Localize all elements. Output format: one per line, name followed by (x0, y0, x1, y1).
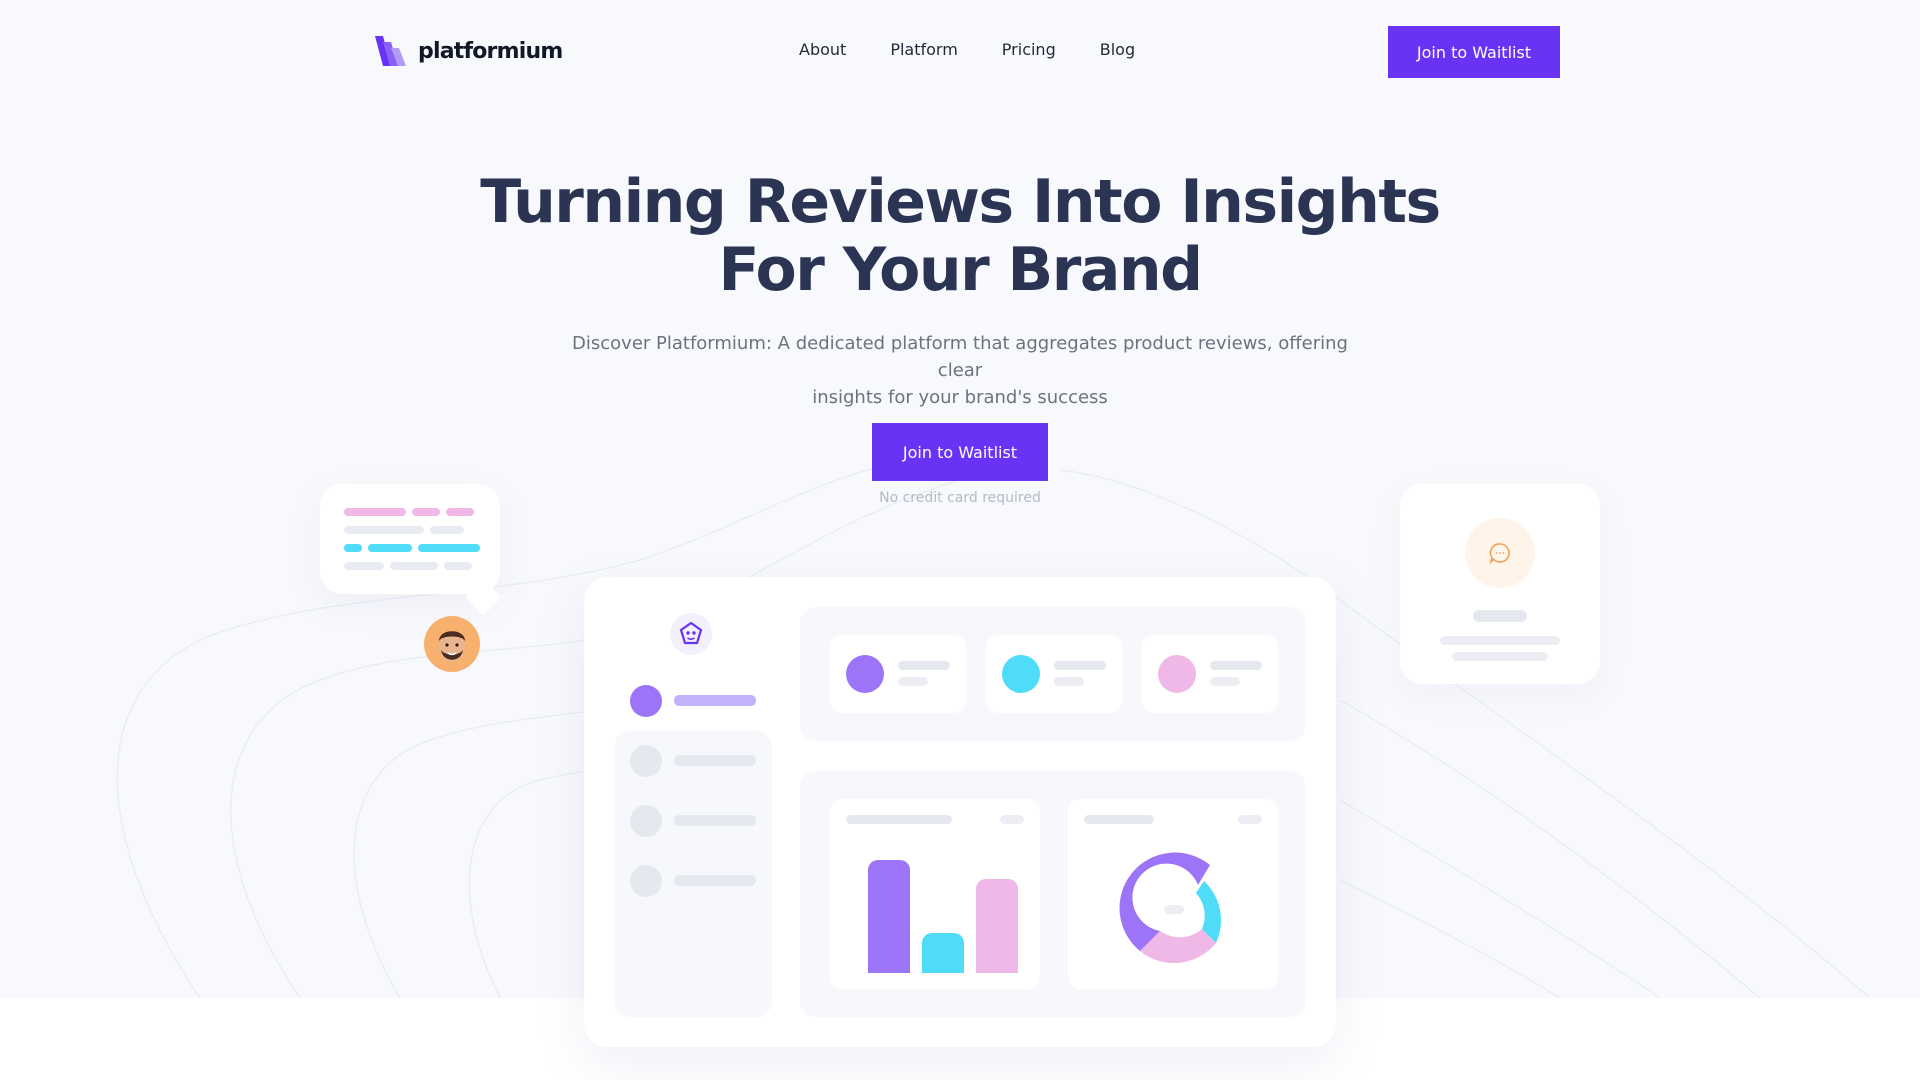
sidebar-label-bar (674, 875, 756, 886)
bar-chart-bar (868, 859, 910, 973)
chart-title-bar (1084, 815, 1154, 824)
site-header: platformium About Platform Pricing Blog … (0, 0, 1920, 104)
no-credit-card-note: No credit card required (879, 490, 1041, 506)
hero-subtitle: Discover Platformium: A dedicated platfo… (560, 330, 1360, 411)
flower-icon (670, 613, 712, 655)
sidebar-label-bar (674, 815, 756, 826)
skeleton-bar (1452, 652, 1548, 661)
header-waitlist-button[interactable]: Join to Waitlist (1388, 26, 1560, 78)
hero-title-line-2: For Your Brand (718, 235, 1203, 305)
review-snippet-card (320, 484, 502, 616)
bar-chart-bar (922, 932, 964, 973)
stat-bar (898, 661, 950, 670)
donut-chart (1119, 852, 1221, 964)
skeleton-bar (1473, 610, 1527, 622)
nav-about[interactable]: About (799, 40, 846, 59)
sidebar-label-bar (674, 755, 756, 766)
hero-subtitle-line-1: Discover Platformium: A dedicated platfo… (572, 333, 1348, 381)
nav-platform[interactable]: Platform (890, 40, 957, 59)
skeleton-bar (344, 562, 384, 570)
sidebar-dot (630, 805, 662, 837)
bar-chart-bar (976, 878, 1018, 973)
chat-icon-circle (1465, 518, 1535, 588)
hero-title: Turning Reviews Into Insights For Your B… (460, 168, 1460, 304)
stat-dot (846, 655, 884, 693)
man-avatar-icon (439, 631, 465, 662)
skeleton-bar (430, 526, 464, 534)
donut-center-label (1164, 905, 1184, 914)
sidebar-label-bar (674, 695, 756, 706)
stat-dot (1158, 655, 1196, 693)
hero-title-line-1: Turning Reviews Into Insights (480, 167, 1441, 237)
stat-bar (1054, 661, 1106, 670)
chat-bubble-icon (1489, 543, 1510, 565)
bar-chart (846, 831, 1026, 973)
skeleton-bar (418, 544, 480, 552)
brand-logo[interactable]: platformium (374, 34, 563, 68)
nav-pricing[interactable]: Pricing (1002, 40, 1056, 59)
skeleton-bar (1440, 636, 1560, 645)
stat-bar (898, 677, 928, 686)
stat-dot (1002, 655, 1040, 693)
sidebar-dot (630, 685, 662, 717)
skeleton-bar (446, 508, 474, 516)
chart-title-bar (1238, 815, 1262, 824)
skeleton-bar (344, 526, 424, 534)
feedback-card (1400, 484, 1600, 684)
stat-bar (1054, 677, 1084, 686)
skeleton-bar (444, 562, 472, 570)
skeleton-bar (344, 508, 406, 516)
nav-blog[interactable]: Blog (1100, 40, 1135, 59)
skeleton-bar (412, 508, 440, 516)
chart-title-bar (1000, 815, 1024, 824)
reviewer-avatar (424, 616, 480, 672)
hero-subtitle-line-2: insights for your brand's success (812, 387, 1108, 408)
stacked-bars-logo-icon (375, 36, 406, 66)
brand-name: platformium (418, 38, 563, 64)
main-nav: About Platform Pricing Blog (799, 40, 1135, 59)
skeleton-bar (368, 544, 412, 552)
stat-bar (1210, 677, 1240, 686)
skeleton-bar (390, 562, 438, 570)
sidebar-dot (630, 745, 662, 777)
hero-waitlist-button[interactable]: Join to Waitlist (872, 423, 1048, 481)
chart-title-bar (846, 815, 952, 824)
sidebar-dot (630, 865, 662, 897)
skeleton-bar (344, 544, 362, 552)
dashboard-mockup (584, 577, 1336, 1047)
stat-bar (1210, 661, 1262, 670)
